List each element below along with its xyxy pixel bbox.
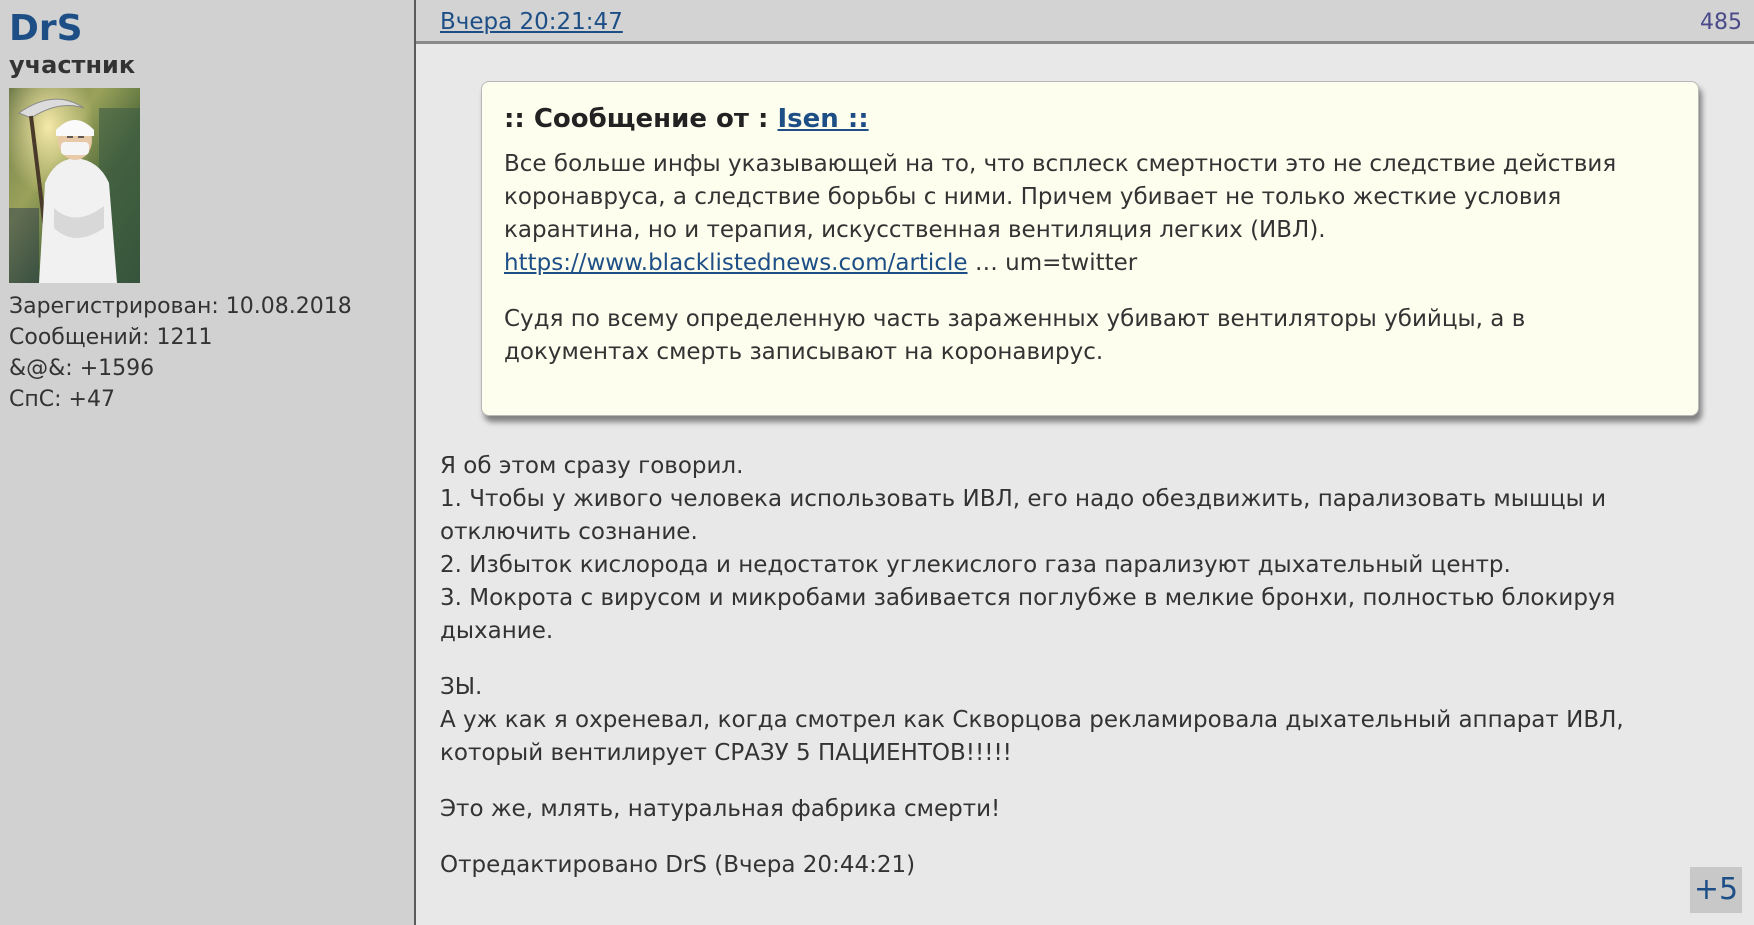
quote-box: :: Сообщение от : Isen :: Все больше инф… — [481, 81, 1699, 416]
quote-link-suffix: … um=twitter — [967, 250, 1138, 276]
post-list-item: 1. Чтобы у живого человека использовать … — [440, 486, 1607, 545]
post-date-link[interactable]: Вчера 20:21:47 — [440, 9, 623, 35]
post-header: Вчера 20:21:47 485 — [416, 0, 1754, 44]
quote-paragraph: Судя по всему определенную часть заражен… — [504, 306, 1526, 365]
rating-button[interactable]: +5 — [1690, 867, 1742, 913]
user-stats: Зарегистрирован: 10.08.2018 Сообщений: 1… — [9, 291, 405, 415]
post-body: Я об этом сразу говорил. 1. Чтобы у живо… — [440, 450, 1730, 882]
quote-text: Все больше инфы указывающей на то, что в… — [504, 148, 1676, 369]
post-paragraph: Это же, млять, натуральная фабрика смерт… — [440, 796, 1001, 822]
post-number[interactable]: 485 — [1700, 10, 1742, 35]
quote-paragraph: Все больше инфы указывающей на то, что в… — [504, 151, 1617, 243]
username[interactable]: DrS — [9, 10, 405, 48]
quote-link-line: https://www.blacklistednews.com/article … — [504, 247, 1676, 280]
avatar[interactable] — [9, 88, 140, 283]
stat-registered: Зарегистрирован: 10.08.2018 — [9, 294, 352, 319]
user-sidebar: DrS участник Зарегистрирован: 10.08.2018… — [0, 0, 416, 925]
post-paragraph: А уж как я охреневал, когда смотрел как … — [440, 707, 1624, 766]
post-list-item: 3. Мокрота с вирусом и микробами забивае… — [440, 585, 1616, 644]
stat-thanks: СпС: +47 — [9, 387, 115, 412]
post-list-item: 2. Избыток кислорода и недостаток углеки… — [440, 552, 1511, 578]
stat-reputation: &@&: +1596 — [9, 356, 155, 381]
stat-messages: Сообщений: 1211 — [9, 325, 213, 350]
post-paragraph: Я об этом сразу говорил. — [440, 453, 744, 479]
quote-header: :: Сообщение от : Isen :: — [504, 104, 1676, 134]
quote-url-link[interactable]: https://www.blacklistednews.com/article — [504, 250, 968, 276]
post-paragraph: ЗЫ. — [440, 674, 483, 700]
user-rank: участник — [9, 51, 136, 79]
quote-prefix: :: Сообщение от : — [504, 104, 778, 134]
edited-note: Отредактировано DrS (Вчера 20:44:21) — [440, 852, 916, 878]
quote-author-link[interactable]: Isen :: — [777, 104, 868, 134]
